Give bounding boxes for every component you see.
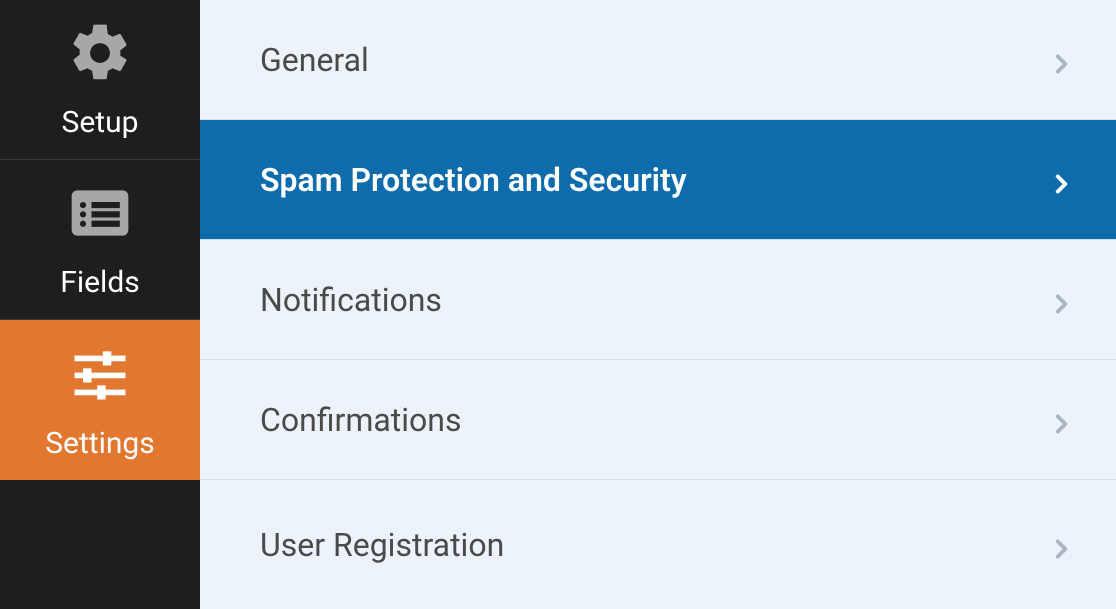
chevron-right-icon [1048,287,1074,313]
sliders-icon [66,340,134,408]
settings-row-label: Notifications [260,281,1048,319]
settings-row-label: General [260,41,1048,79]
settings-row-confirmations[interactable]: Confirmations [200,360,1116,480]
settings-row-user-registration[interactable]: User Registration [200,480,1116,609]
chevron-right-icon [1048,407,1074,433]
settings-row-spam-protection[interactable]: Spam Protection and Security [200,120,1116,240]
sidebar-item-fields[interactable]: Fields [0,160,200,320]
sidebar-item-settings[interactable]: Settings [0,320,200,480]
sidebar-item-label: Fields [60,265,139,300]
settings-panel: General Spam Protection and Security Not… [200,0,1116,609]
list-icon [66,179,134,247]
chevron-right-icon [1048,47,1074,73]
settings-row-label: Spam Protection and Security [260,161,1048,199]
gear-icon [66,19,134,87]
sidebar: Setup Fields Settings [0,0,200,609]
settings-row-general[interactable]: General [200,0,1116,120]
settings-row-notifications[interactable]: Notifications [200,240,1116,360]
settings-row-label: User Registration [260,526,1048,564]
sidebar-item-setup[interactable]: Setup [0,0,200,160]
app-root: Setup Fields Settings General Spam Prote… [0,0,1116,609]
sidebar-item-label: Setup [62,105,139,140]
chevron-right-icon [1048,167,1074,193]
sidebar-item-label: Settings [45,426,155,461]
chevron-right-icon [1048,532,1074,558]
settings-row-label: Confirmations [260,401,1048,439]
